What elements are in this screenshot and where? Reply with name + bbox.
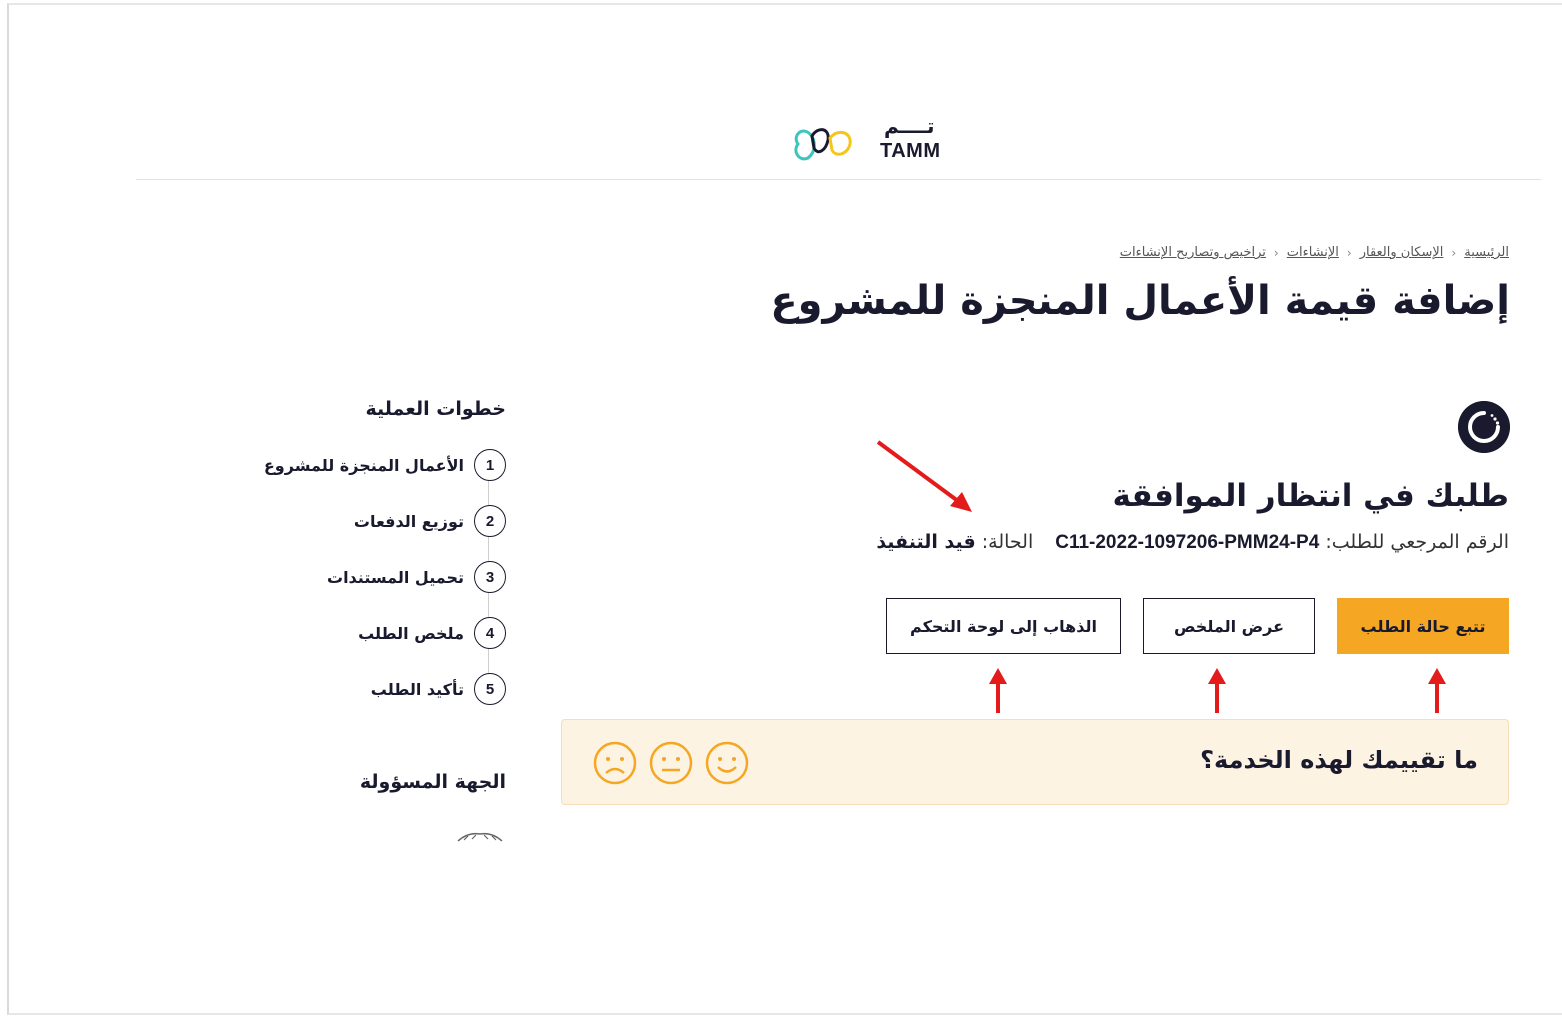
breadcrumb-separator-icon: ‹ [1273,245,1279,260]
sad-face-icon[interactable] [592,740,638,786]
step-label: تحميل المستندات [326,567,464,587]
rating-faces [592,740,750,786]
status-group: الحالة: قيد التنفيذ [876,531,1033,554]
breadcrumb-separator-icon: ‹ [1346,245,1352,260]
breadcrumb-separator-icon: ‹ [1451,245,1457,260]
logo-arabic-text: تــــم [884,114,935,138]
step-number: 5 [474,673,506,705]
breadcrumb-housing[interactable]: الإسكان والعقار [1360,245,1444,260]
step-number: 1 [474,449,506,481]
page-title: إضافة قيمة الأعمال المنجزة للمشروع [770,278,1510,324]
annotation-arrow-icon [1208,668,1226,713]
annotation-arrow-icon [1428,668,1446,713]
step-label: توزيع الدفعات [353,511,464,531]
track-request-button[interactable]: تتبع حالة الطلب [1337,598,1509,654]
status-heading: طلبك في انتظار الموافقة [1112,478,1509,514]
process-step: 1 الأعمال المنجزة للمشروع [264,449,506,481]
process-step: 3 تحميل المستندات [327,561,506,593]
happy-face-icon[interactable] [704,740,750,786]
breadcrumb-home[interactable]: الرئيسية [1464,245,1509,260]
step-number: 3 [474,561,506,593]
breadcrumb-construction[interactable]: الإنشاءات [1287,245,1339,260]
status-label: الحالة: [981,531,1034,553]
pending-status-icon [1458,401,1510,453]
process-step: 2 توزيع الدفعات [354,505,506,537]
annotation-arrow-icon [876,440,972,512]
reference-number: C11-2022-1097206-PMM24-P4 [1055,532,1320,553]
reference-group: الرقم المرجعي للطلب: C11-2022-1097206-PM… [1055,531,1509,554]
go-to-dashboard-button[interactable]: الذهاب إلى لوحة التحكم [886,598,1121,654]
rating-panel: ما تقييمك لهذه الخدمة؟ [561,719,1509,805]
step-number: 2 [474,505,506,537]
reference-label: الرقم المرجعي للطلب: [1325,531,1509,553]
step-label: تأكيد الطلب [370,679,464,699]
government-emblem-icon [457,832,503,842]
process-step: 4 ملخص الطلب [358,617,506,649]
step-number: 4 [474,617,506,649]
neutral-face-icon[interactable] [648,740,694,786]
annotation-arrow-icon [989,668,1007,713]
view-summary-button[interactable]: عرض الملخص [1143,598,1315,654]
process-steps-title: خطوات العملية [365,398,506,420]
step-label: ملخص الطلب [358,623,464,643]
logo-latin-text: TAMM [880,140,941,162]
reference-line: الرقم المرجعي للطلب: C11-2022-1097206-PM… [876,531,1509,554]
responsible-entity-title: الجهة المسؤولة [359,771,506,793]
rating-question: ما تقييمك لهذه الخدمة؟ [1200,746,1478,774]
step-label: الأعمال المنجزة للمشروع [263,455,464,475]
status-value: قيد التنفيذ [876,531,976,553]
process-step: 5 تأكيد الطلب [371,673,506,705]
breadcrumb: الرئيسية ‹ الإسكان والعقار ‹ الإنشاءات ‹… [1120,245,1509,260]
header-divider [136,179,1541,180]
breadcrumb-permits[interactable]: تراخيص وتصاريح الإنشاءات [1120,245,1266,260]
